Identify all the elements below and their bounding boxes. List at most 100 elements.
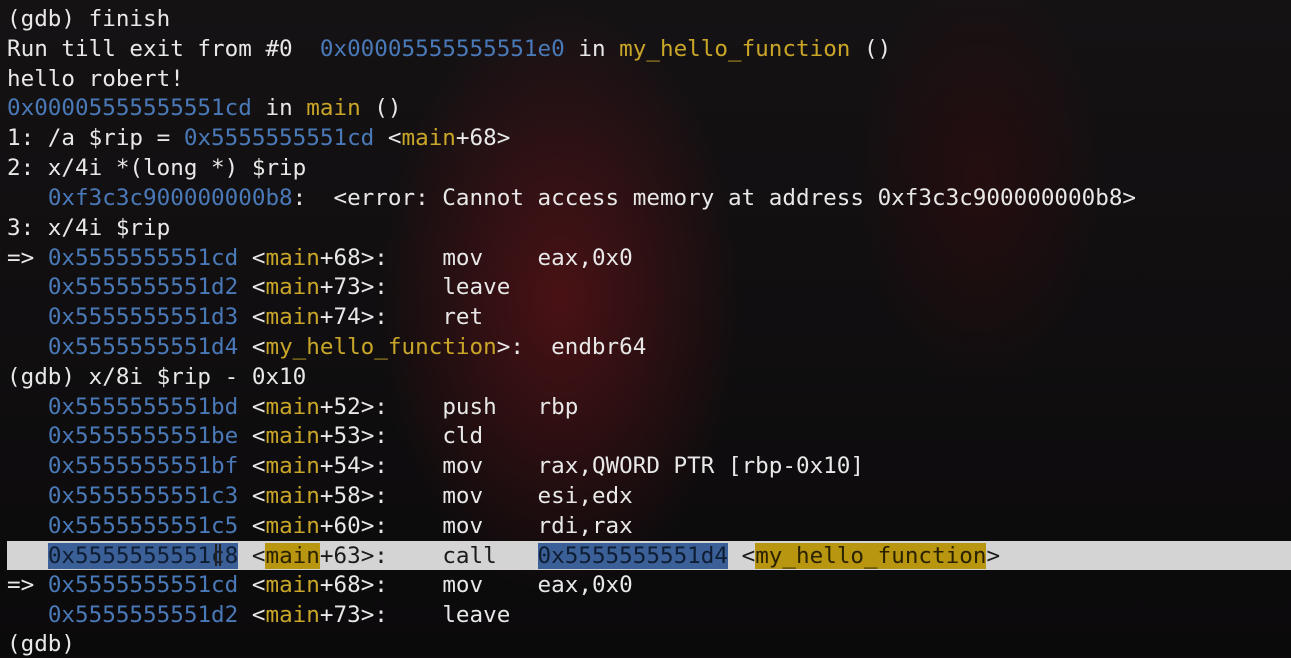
output-text: < bbox=[238, 543, 266, 569]
terminal-line: 2: x/4i *(long *) $rip bbox=[7, 154, 306, 182]
output-text: < bbox=[238, 453, 266, 479]
function-name: main bbox=[265, 602, 320, 628]
command-text: (gdb) x/8i $rip - 0x10 bbox=[7, 364, 307, 390]
output-text: in bbox=[564, 36, 620, 62]
output-text: 3: x/4i $rip bbox=[7, 215, 171, 241]
output-text: < bbox=[374, 125, 402, 151]
function-name: main bbox=[306, 95, 361, 121]
address-text: 0x5555555551cd bbox=[183, 125, 375, 151]
function-name: main bbox=[265, 245, 320, 271]
instruction-text: +60>: mov rdi,rax bbox=[319, 513, 633, 539]
output-text: Run till exit from #0 bbox=[7, 36, 320, 62]
address-text: 0x5555555551be bbox=[47, 423, 239, 449]
disasm-line: => 0x5555555551cd <main+68>: mov eax,0x0 bbox=[7, 244, 633, 272]
function-name: my_hello_function bbox=[619, 36, 851, 62]
instruction-text: +74>: ret bbox=[319, 304, 484, 330]
function-name: main bbox=[265, 274, 320, 300]
output-text: => bbox=[7, 245, 48, 271]
output-text: > bbox=[986, 543, 1001, 569]
output-text: () bbox=[850, 36, 892, 62]
address-text: 0x5555555551bf bbox=[47, 453, 239, 479]
terminal-line: 0xf3c3c900000000b8: <error: Cannot acces… bbox=[7, 184, 1136, 212]
output-text: < bbox=[238, 602, 266, 628]
disasm-line: 0x5555555551be <main+53>: cld bbox=[7, 422, 483, 450]
output-text: < bbox=[238, 513, 266, 539]
selected-address-text[interactable]: 0x5555555551c8 bbox=[47, 543, 239, 569]
command-text: (gdb) finish bbox=[7, 6, 171, 32]
address-text: 0x5555555551bd bbox=[47, 394, 239, 420]
disasm-line: 0x5555555551d4 <my_hello_function>: endb… bbox=[7, 333, 647, 361]
gdb-terminal[interactable]: (gdb) finish Run till exit from #0 0x000… bbox=[0, 0, 1291, 658]
function-name: main bbox=[265, 572, 320, 598]
output-text: < bbox=[238, 304, 266, 330]
output-text: < bbox=[238, 394, 266, 420]
address-text: 0x00005555555551e0 bbox=[319, 36, 565, 62]
terminal-line: hello robert! bbox=[7, 65, 184, 93]
address-text: 0x5555555551d3 bbox=[47, 304, 239, 330]
output-text: () bbox=[360, 95, 402, 121]
disasm-line: 0x5555555551d2 <main+73>: leave bbox=[7, 273, 511, 301]
function-name: main bbox=[265, 394, 320, 420]
output-text: < bbox=[238, 334, 266, 360]
selected-function-name[interactable]: main bbox=[265, 543, 320, 569]
function-name: main bbox=[265, 483, 320, 509]
terminal-line: (gdb) finish bbox=[7, 5, 170, 33]
disasm-line: 0x5555555551bf <main+54>: mov rax,QWORD … bbox=[7, 452, 864, 480]
address-text: 0x5555555551cd bbox=[47, 572, 239, 598]
address-text: 0x5555555551c5 bbox=[47, 513, 239, 539]
output-text: in bbox=[251, 95, 307, 121]
program-output: hello robert! bbox=[7, 66, 184, 92]
address-text: 0x5555555551d4 bbox=[47, 334, 239, 360]
instruction-text: +73>: leave bbox=[319, 274, 511, 300]
instruction-text: +52>: push rbp bbox=[319, 394, 579, 420]
selected-call-target-function[interactable]: my_hello_function bbox=[755, 543, 987, 569]
disasm-line: 0x5555555551d3 <main+74>: ret bbox=[7, 303, 483, 331]
disasm-line: 0x5555555551bd <main+52>: push rbp bbox=[7, 393, 579, 421]
terminal-line: 0x00005555555551cd in main () bbox=[7, 94, 402, 122]
address-text: 0x5555555551d2 bbox=[47, 602, 239, 628]
terminal-line: 3: x/4i $rip bbox=[7, 214, 170, 242]
address-text: 0x5555555551cd bbox=[47, 245, 239, 271]
output-text: < bbox=[238, 483, 266, 509]
instruction-text: +53>: cld bbox=[319, 423, 484, 449]
address-text: 0x5555555551d2 bbox=[47, 274, 239, 300]
function-name: main bbox=[265, 304, 320, 330]
selected-disasm-line[interactable]: 0x5555555551c8 <main+63>: call 0x5555555… bbox=[7, 542, 1000, 570]
function-name: main bbox=[265, 423, 320, 449]
output-text: 1: /a $rip = bbox=[7, 125, 184, 151]
gdb-prompt[interactable]: (gdb) bbox=[7, 630, 75, 658]
output-text: < bbox=[238, 572, 266, 598]
disasm-line: => 0x5555555551cd <main+68>: mov eax,0x0 bbox=[7, 571, 633, 599]
disasm-line: 0x5555555551c3 <main+58>: mov esi,edx bbox=[7, 482, 633, 510]
terminal-line: Run till exit from #0 0x00005555555551e0… bbox=[7, 35, 891, 63]
instruction-text: +63>: call bbox=[319, 543, 538, 569]
output-text: +68> bbox=[455, 125, 511, 151]
text-cursor-icon bbox=[215, 544, 221, 566]
address-text: 0xf3c3c900000000b8 bbox=[47, 185, 293, 211]
selected-call-target-address[interactable]: 0x5555555551d4 bbox=[537, 543, 728, 569]
terminal-line: (gdb) x/8i $rip - 0x10 bbox=[7, 363, 306, 391]
function-name: main bbox=[265, 453, 320, 479]
error-text: : <error: Cannot access memory at addres… bbox=[292, 185, 1137, 211]
instruction-text: >: endbr64 bbox=[496, 334, 647, 360]
output-text: => bbox=[7, 572, 48, 598]
prompt-text: (gdb) bbox=[7, 631, 76, 657]
instruction-text: +58>: mov esi,edx bbox=[319, 483, 633, 509]
output-text: 2: x/4i *(long *) $rip bbox=[7, 155, 307, 181]
instruction-text: +73>: leave bbox=[319, 602, 511, 628]
instruction-text: +68>: mov eax,0x0 bbox=[319, 572, 633, 598]
function-name: main bbox=[401, 125, 456, 151]
output-text: < bbox=[238, 274, 266, 300]
output-text: < bbox=[238, 423, 266, 449]
disasm-line: 0x5555555551c5 <main+60>: mov rdi,rax bbox=[7, 512, 633, 540]
output-text: < bbox=[727, 543, 756, 569]
